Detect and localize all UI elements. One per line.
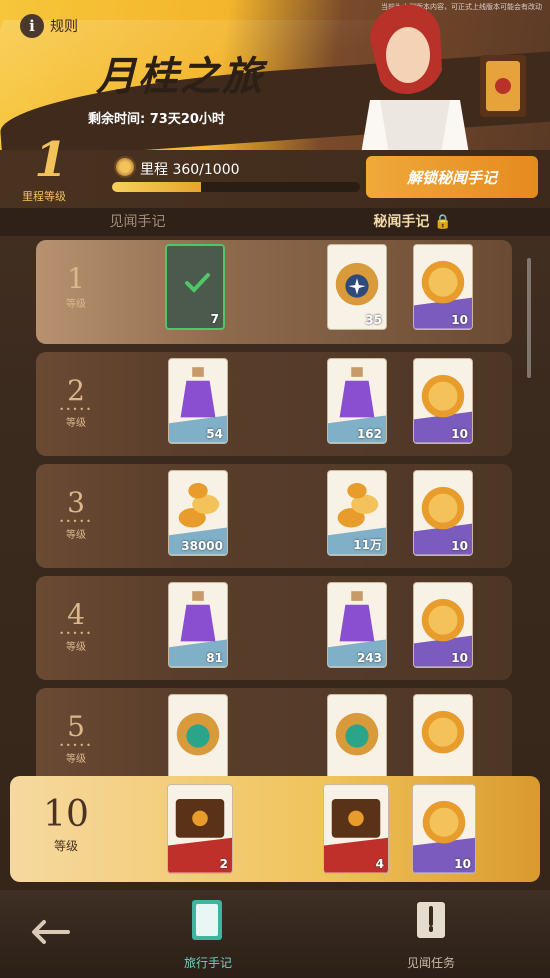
rules-button[interactable]: i 规则 <box>20 14 78 38</box>
row-level-number: 3 <box>67 486 85 519</box>
final-row-level: 10 等级 <box>24 776 108 854</box>
remaining-time: 剩余时间: 73天20小时 <box>88 112 225 127</box>
reward-qty: 10 <box>454 857 471 871</box>
reward-qty: 4 <box>375 857 384 871</box>
reward-card-secret[interactable]: 11万 <box>327 470 387 556</box>
reward-qty: 35 <box>365 313 382 327</box>
row-level-label: 等级 <box>66 642 86 653</box>
tab-secret-notes[interactable]: 秘闻手记 🔒 <box>275 208 550 236</box>
task-book-icon <box>417 902 445 938</box>
acorn-badge-icon <box>169 695 227 776</box>
nav-travel-notes[interactable]: 旅行手记 <box>163 898 253 971</box>
notebook-icon <box>192 900 222 940</box>
reward-card-secret[interactable]: 10 <box>413 470 473 556</box>
nav-tasks-label: 见闻任务 <box>406 956 455 970</box>
mileage-level-number: 1 <box>34 132 68 188</box>
tab-secret-label: 秘闻手记 <box>373 214 430 230</box>
row-level: 1 等级 <box>36 240 116 344</box>
mileage-progress-fill <box>112 182 202 192</box>
reward-list[interactable]: 1 等级 7 35 10 2 ••••• 等级 54 162 10 3 ••••… <box>0 236 550 776</box>
reward-qty: 2 <box>219 857 228 871</box>
reward-qty: 243 <box>356 651 382 665</box>
reward-qty: 11万 <box>353 538 382 552</box>
rules-label: 规则 <box>50 19 78 35</box>
reward-qty: 10 <box>451 427 468 441</box>
page-title: 月桂之旅 <box>96 53 264 100</box>
screen: i 规则 当前为内测版本内容，可正式上线版本可能会有改动 月桂之旅 剩余时间: … <box>0 0 550 978</box>
row-level-dots: ••••• <box>59 517 93 526</box>
row-level-number: 5 <box>67 710 85 743</box>
final-row-level-number: 10 <box>43 794 89 835</box>
reward-card-secret[interactable]: 10 <box>413 358 473 444</box>
back-arrow-icon[interactable] <box>28 918 72 946</box>
reward-card-secret[interactable] <box>413 694 473 776</box>
list-scrollbar[interactable] <box>527 258 531 378</box>
reward-card-secret[interactable]: 35 <box>327 244 387 330</box>
reward-card-secret[interactable]: 10 <box>412 784 476 874</box>
row-level-label: 等级 <box>66 418 86 429</box>
row-level-dots: ••••• <box>59 741 93 750</box>
reward-qty: 162 <box>356 427 382 441</box>
reward-qty: 54 <box>206 427 223 441</box>
row-level-label: 等级 <box>66 299 86 310</box>
nav-travel-notes-label: 旅行手记 <box>183 956 232 970</box>
reward-card-normal[interactable]: 2 <box>167 784 233 874</box>
reward-card-normal[interactable] <box>168 694 228 776</box>
mileage-text: 里程 360/1000 <box>140 162 240 178</box>
row-level: 2 ••••• 等级 <box>36 352 116 456</box>
gold-coin-icon <box>414 695 472 776</box>
info-icon: i <box>20 14 44 38</box>
row-level-label: 等级 <box>66 754 86 765</box>
row-level-number: 2 <box>67 374 85 407</box>
row-level: 4 ••••• 等级 <box>36 576 116 680</box>
bottom-navigation: 旅行手记 见闻任务 <box>0 890 550 978</box>
final-row-level-label: 等级 <box>53 839 78 853</box>
reward-qty: 10 <box>451 539 468 553</box>
mileage-icon <box>114 156 136 178</box>
row-level-label: 等级 <box>66 530 86 541</box>
reward-card-normal-claimed[interactable]: 7 <box>165 244 225 330</box>
reward-card-secret[interactable]: 162 <box>327 358 387 444</box>
lock-icon: 🔒 <box>434 214 452 230</box>
reward-qty: 10 <box>451 651 468 665</box>
reward-qty: 7 <box>210 312 219 326</box>
reward-qty: 10 <box>451 313 468 327</box>
reward-card-secret[interactable]: 10 <box>413 582 473 668</box>
notes-tabs: 见闻手记 秘闻手记 🔒 <box>0 208 550 236</box>
row-level-number: 4 <box>67 598 85 631</box>
reward-card-normal[interactable]: 81 <box>168 582 228 668</box>
row-level: 5 ••••• 等级 <box>36 688 116 776</box>
row-level: 3 ••••• 等级 <box>36 464 116 568</box>
acorn-badge-icon <box>328 695 386 776</box>
nav-tasks[interactable]: 见闻任务 <box>386 898 476 971</box>
character-illustration <box>360 4 526 160</box>
reward-card-normal[interactable]: 38000 <box>168 470 228 556</box>
reward-qty: 38000 <box>181 539 223 553</box>
reward-card-normal[interactable]: 54 <box>168 358 228 444</box>
reward-card-secret[interactable]: 10 <box>413 244 473 330</box>
reward-card-secret[interactable] <box>327 694 387 776</box>
check-icon <box>185 273 210 293</box>
mileage-progress-bar <box>112 182 360 192</box>
row-level-number: 1 <box>67 262 85 295</box>
row-level-dots: ••••• <box>59 629 93 638</box>
reward-qty: 81 <box>206 651 223 665</box>
row-level-dots: ••••• <box>59 405 93 414</box>
reward-card-secret[interactable]: 4 <box>323 784 389 874</box>
tab-normal-notes[interactable]: 见闻手记 <box>0 208 275 236</box>
reward-card-secret[interactable]: 243 <box>327 582 387 668</box>
mileage-level-label: 里程等级 <box>22 190 66 203</box>
unlock-secret-notes-button[interactable]: 解锁秘闻手记 <box>366 156 538 198</box>
